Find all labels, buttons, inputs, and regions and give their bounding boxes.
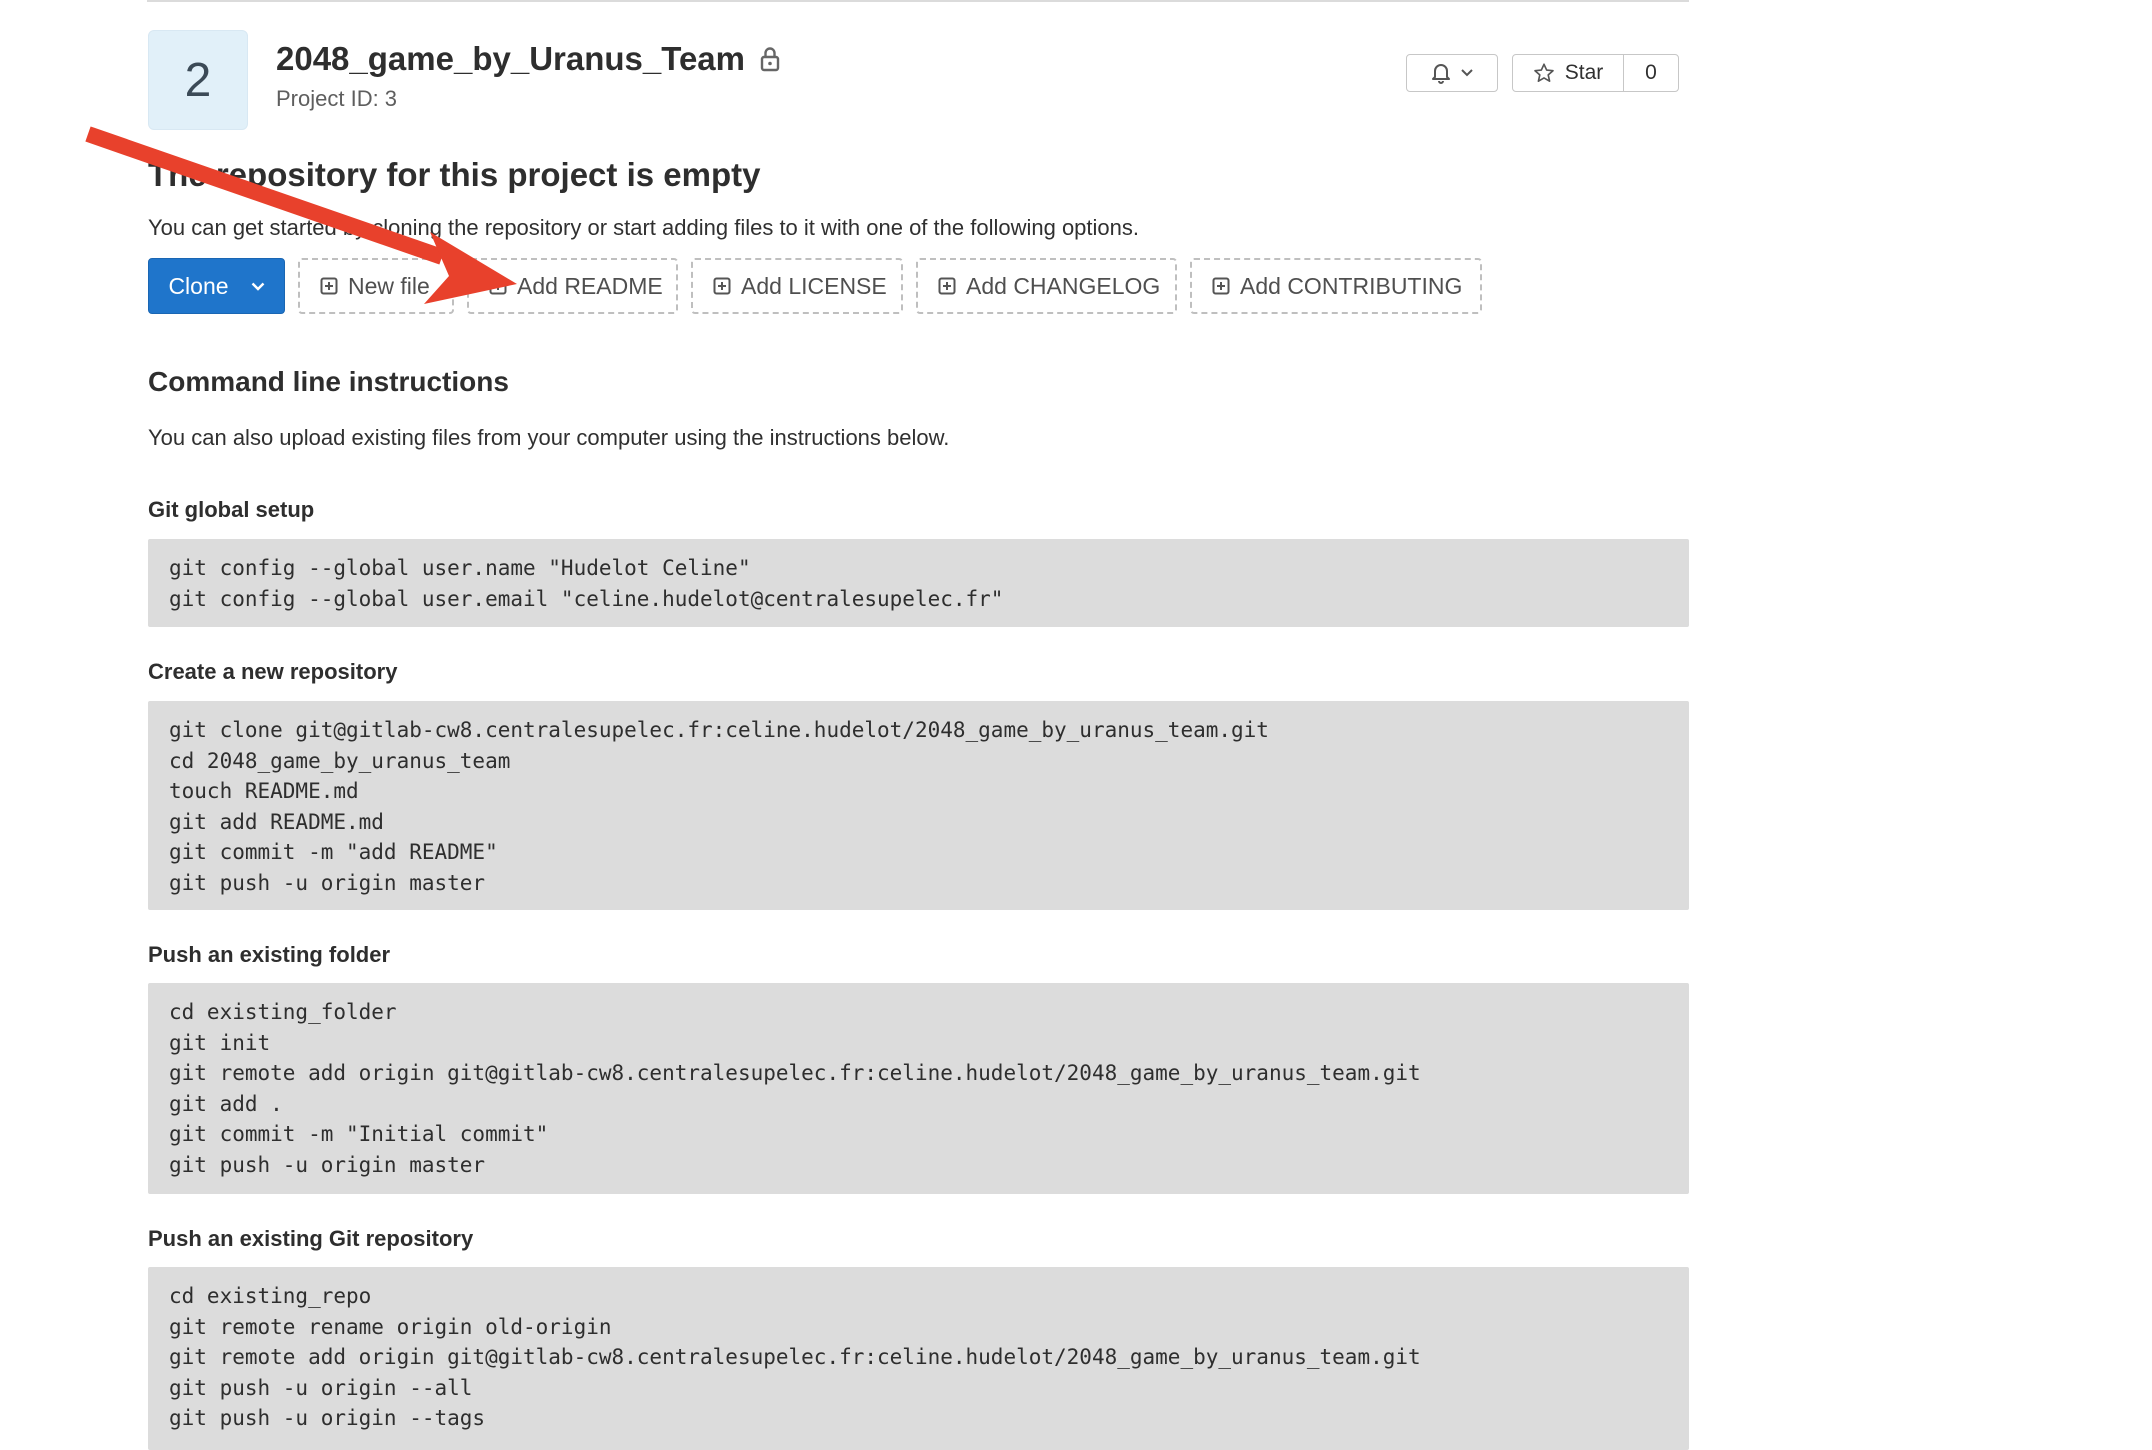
header-actions: Star 0 (1406, 54, 1679, 92)
add-readme-button[interactable]: Add README (467, 258, 678, 314)
code-line: git clone git@gitlab-cw8.centralesupelec… (169, 718, 1269, 742)
bell-icon (1432, 64, 1450, 84)
empty-repo-heading: The repository for this project is empty (148, 156, 761, 193)
chevron-down-icon (251, 282, 264, 291)
code-line: git push -u origin --all (169, 1375, 473, 1400)
push-folder-code[interactable]: cd existing_foldergit init git remote add… (148, 983, 1689, 1194)
code-line: git remote rename origin old-origin (169, 1314, 612, 1339)
add-changelog-label: Add CHANGELOG (966, 272, 1161, 299)
code-line: git push -u origin master (169, 1152, 486, 1177)
lock-icon (760, 47, 780, 72)
code-line: git config --global user.email "celine.h… (169, 586, 1004, 611)
push-folder-title: Push an existing folder (148, 942, 391, 967)
star-label: Star (1564, 61, 1604, 84)
create-repo-code[interactable]: git clone git@gitlab-cw8.centralesupelec… (148, 701, 1689, 910)
add-changelog-button[interactable]: Add CHANGELOG (916, 258, 1177, 314)
add-license-button[interactable]: Add LICENSE (691, 258, 903, 314)
git-global-setup-title: Git global setup (148, 497, 315, 522)
add-contributing-label: Add CONTRIBUTING (1240, 272, 1463, 299)
star-icon (1533, 63, 1554, 82)
code-line: git remote add origin git@gitlab-cw8.cen… (169, 1345, 1421, 1369)
add-contributing-button[interactable]: Add CONTRIBUTING (1190, 258, 1482, 314)
code-line: git add . (169, 1091, 283, 1116)
code-line: git commit -m "add README" (169, 840, 498, 864)
code-line: git push -u origin --tags (169, 1406, 486, 1430)
star-count[interactable]: 0 (1624, 55, 1678, 91)
code-line: touch README.md (169, 779, 359, 803)
new-file-button[interactable]: New file (298, 258, 454, 314)
git-global-setup-code[interactable]: git config --global user.name "Hudelot C… (148, 539, 1689, 627)
plus-square-icon (938, 277, 956, 295)
project-title: 2048_game_by_Uranus_Team (276, 40, 781, 78)
cli-heading: Command line instructions (148, 366, 509, 397)
clone-button[interactable]: Clone (148, 258, 285, 314)
plus-square-icon (489, 277, 507, 295)
code-line: git remote add origin git@gitlab-cw8.cen… (169, 1061, 1421, 1085)
top-divider (147, 0, 1689, 2)
push-repo-code[interactable]: cd existing_repogit remote rename origin… (148, 1267, 1689, 1450)
chevron-down-icon (1461, 69, 1473, 77)
code-line: cd 2048_game_by_uranus_team (169, 748, 511, 773)
project-id: Project ID: 3 (276, 86, 398, 111)
project-avatar-letter: 2 (184, 53, 212, 107)
code-line: cd existing_repo (169, 1284, 372, 1308)
plus-square-icon (1212, 277, 1230, 295)
star-button[interactable]: Star (1513, 55, 1624, 91)
code-line: git commit -m "Initial commit" (169, 1122, 549, 1146)
cli-description: You can also upload existing files from … (148, 425, 950, 450)
new-file-label: New file (348, 272, 430, 299)
code-line: cd existing_folder (169, 1000, 397, 1024)
code-line: git config --global user.name "Hudelot C… (169, 556, 751, 580)
project-avatar[interactable]: 2 (148, 30, 248, 130)
add-license-label: Add LICENSE (741, 272, 887, 299)
plus-square-icon (713, 277, 731, 295)
code-line: git push -u origin master (169, 870, 486, 895)
empty-repo-actions: Clone New file Add README Add LICENSE Ad… (148, 258, 1482, 314)
code-line: git init (169, 1030, 271, 1055)
push-repo-title: Push an existing Git repository (148, 1226, 474, 1251)
create-repo-title: Create a new repository (148, 659, 398, 684)
notification-dropdown-button[interactable] (1406, 54, 1498, 92)
code-line: git add README.md (169, 809, 384, 834)
clone-label: Clone (168, 272, 229, 299)
empty-repo-description: You can get started by cloning the repos… (148, 215, 1139, 240)
plus-square-icon (320, 277, 338, 295)
star-group: Star 0 (1512, 54, 1679, 92)
add-readme-label: Add README (517, 272, 663, 299)
project-name[interactable]: 2048_game_by_Uranus_Team (276, 40, 745, 78)
